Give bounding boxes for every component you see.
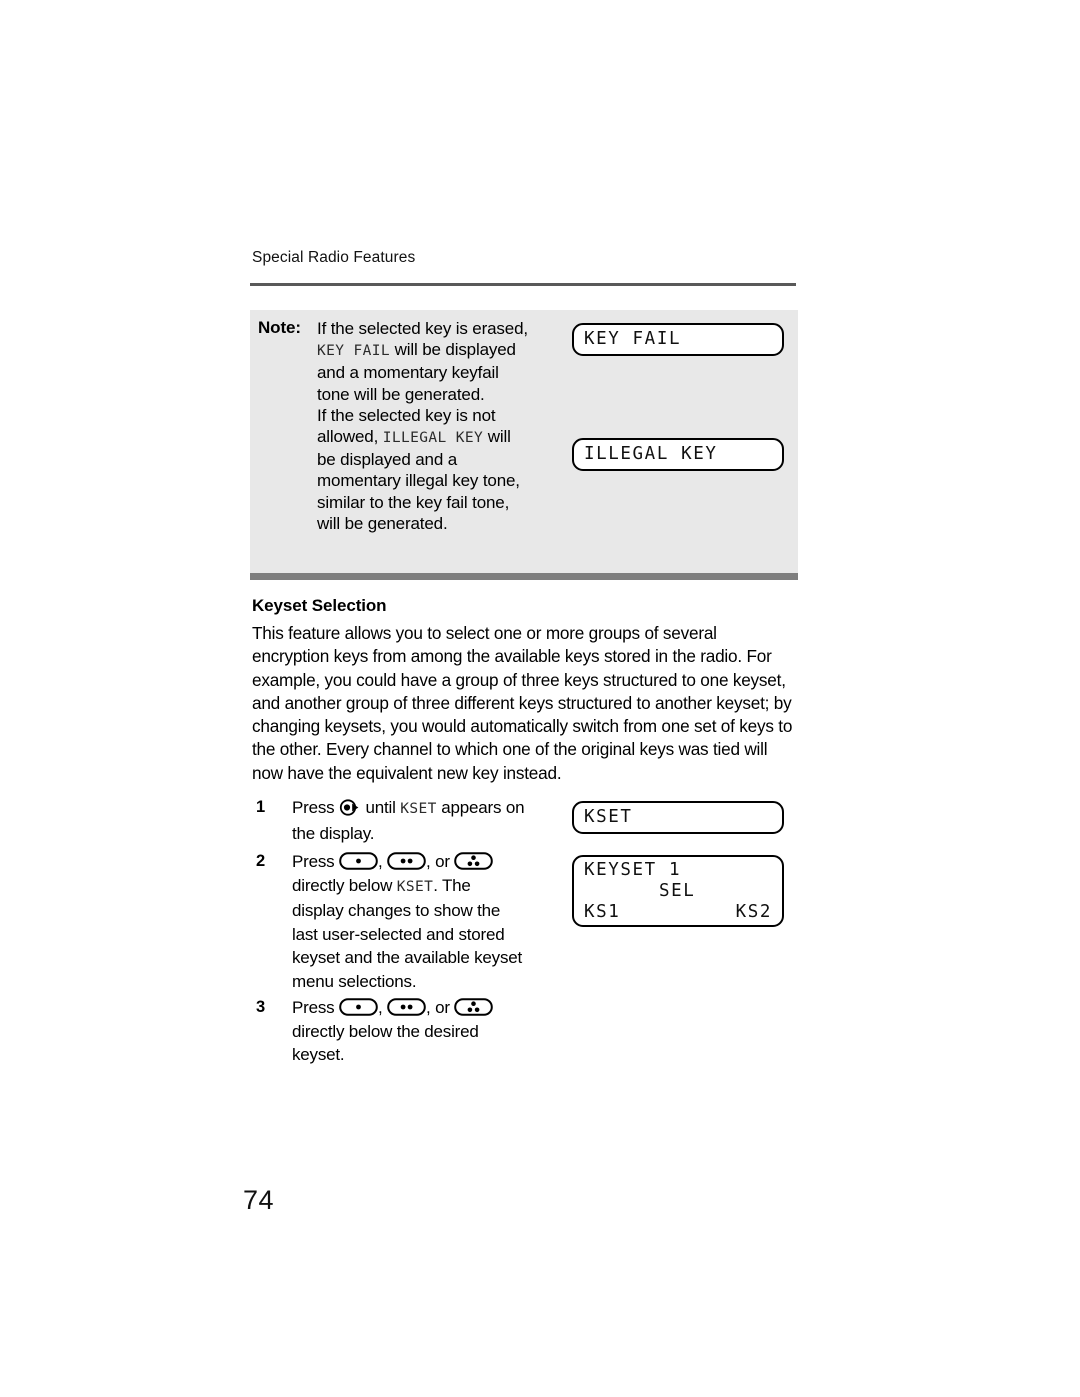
- note-label: Note:: [258, 318, 301, 337]
- step-1-code: KSET: [400, 801, 437, 817]
- radio-display-keyset-menu: KEYSET 1 SEL KS1 KS2: [572, 855, 784, 927]
- step-3-text-a: Press: [292, 998, 339, 1017]
- step-2-text-b: directly below: [292, 875, 397, 895]
- header-rule: [250, 283, 796, 286]
- step-1: 1 Press until KSET appears on the displa…: [256, 796, 526, 845]
- section-heading-keyset-selection: Keyset Selection: [252, 596, 387, 615]
- note-p1-text-a: If the selected key is erased,: [317, 319, 528, 338]
- note-paragraph-2: If the selected key is not allowed, ILLE…: [317, 405, 532, 534]
- note-body: If the selected key is erased, KEY FAIL …: [317, 318, 532, 534]
- step-3-sep-1: ,: [377, 998, 388, 1017]
- step-3-sep-2: , or: [426, 998, 455, 1017]
- note-p1-code: KEY FAIL: [317, 343, 391, 360]
- step-text: Press , , or directly below the desired …: [292, 996, 526, 1067]
- radio-display-key-fail: KEY FAIL: [572, 323, 784, 356]
- display-line: KSET: [584, 807, 633, 827]
- note-p2-code: ILLEGAL KEY: [382, 430, 484, 447]
- soft-key-three-dot-icon: [454, 852, 494, 870]
- soft-key-one-dot-icon: [339, 998, 378, 1016]
- display-line-1: KEYSET 1: [584, 860, 682, 880]
- display-softkey-label-right: KS2: [735, 902, 772, 922]
- display-line: ILLEGAL KEY: [584, 444, 718, 464]
- manual-page: Special Radio Features Note: If the sele…: [0, 0, 1080, 1397]
- display-softkey-label-left: KS1: [584, 902, 621, 922]
- step-text: Press until KSET appears on the display.: [292, 796, 526, 845]
- display-line-2: SEL: [659, 881, 696, 901]
- menu-select-key-icon: [339, 799, 361, 816]
- note-paragraph-1: If the selected key is erased, KEY FAIL …: [317, 318, 532, 405]
- step-2-text-a: Press: [292, 852, 339, 871]
- step-1-text-b: until: [360, 798, 401, 817]
- step-2-sep-2: , or: [426, 852, 455, 871]
- step-2-sep-1: ,: [377, 852, 388, 871]
- section-body: This feature allows you to select one or…: [252, 622, 798, 785]
- note-callout-shadow: [250, 573, 798, 580]
- step-number: 2: [256, 852, 265, 870]
- soft-key-one-dot-icon: [339, 852, 378, 870]
- step-2-code: KSET: [396, 878, 434, 895]
- step-2: 2 Press , , or directly below KSET. The …: [256, 850, 526, 993]
- section-paragraph: This feature allows you to select one or…: [252, 623, 793, 783]
- display-line: KEY FAIL: [584, 329, 682, 349]
- step-number: 1: [256, 798, 265, 816]
- step-1-text-a: Press: [292, 798, 339, 817]
- step-3: 3 Press , , or directly below the desire…: [256, 996, 526, 1067]
- soft-key-two-dot-icon: [387, 998, 426, 1016]
- soft-key-two-dot-icon: [387, 852, 426, 870]
- step-text: Press , , or directly below KSET. The di…: [292, 850, 526, 993]
- page-number: 74: [243, 1185, 275, 1215]
- running-header: Special Radio Features: [252, 249, 416, 266]
- soft-key-three-dot-icon: [454, 998, 494, 1016]
- radio-display-kset: KSET: [572, 801, 784, 834]
- step-number: 3: [256, 998, 265, 1016]
- step-3-text-b: directly below the desired keyset.: [292, 1021, 479, 1065]
- radio-display-illegal-key: ILLEGAL KEY: [572, 438, 784, 471]
